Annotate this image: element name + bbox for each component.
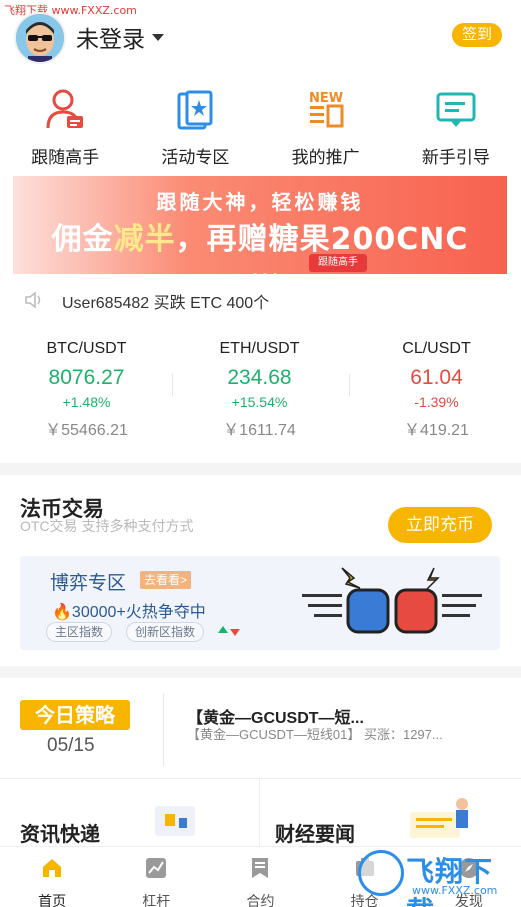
- ticker-cl[interactable]: CL/USDT 61.04 -1.39% ￥419.21: [350, 340, 521, 440]
- market-tickers: BTC/USDT 8076.27 +1.48% ￥55466.21 ETH/US…: [0, 340, 521, 450]
- follow-expert-icon: [46, 89, 84, 129]
- game-hot-label: 30000+火热争夺中: [71, 604, 206, 621]
- notice-text: User685482 买跌 ETC 400个: [62, 295, 270, 312]
- deposit-now-button[interactable]: 立即充币: [388, 507, 492, 543]
- quick-entry-guide[interactable]: 新手引导: [391, 88, 521, 167]
- daily-strategy-logo: 今日策略: [20, 700, 130, 730]
- ticker-change: +1.48%: [62, 394, 111, 410]
- watermark-brand: 飞翔下载: [406, 855, 494, 907]
- banner-pagination: [253, 264, 283, 274]
- banner-line2-b: ，再赠糖果200CNC: [175, 222, 469, 257]
- svg-text:NEW: NEW: [309, 91, 343, 106]
- fire-icon: 🔥: [52, 604, 72, 621]
- ticker-cny: ￥1611.74: [223, 422, 296, 439]
- quick-entry-label: 活动专区: [161, 148, 230, 167]
- innovation-index-chip[interactable]: 创新区指数: [126, 622, 205, 642]
- nav-item-leverage[interactable]: 杠杆: [104, 847, 208, 907]
- quick-entries: 跟随高手 活动专区 NEW 我的推广 新手引导: [0, 88, 521, 167]
- quick-entry-label: 我的推广: [291, 148, 360, 167]
- quick-entry-label: 跟随高手: [31, 148, 100, 167]
- promotion-new-icon: NEW: [309, 91, 344, 128]
- news-express-illustration: [155, 806, 195, 836]
- section-gap: [0, 666, 521, 678]
- leverage-chart-icon: [146, 858, 167, 878]
- banner-line2-highlight: 减半: [113, 222, 176, 257]
- finance-news-card[interactable]: 财经要闻: [275, 818, 355, 847]
- guide-icon: [436, 92, 476, 127]
- go-see-link[interactable]: 去看看>: [140, 571, 192, 589]
- chevron-down-icon[interactable]: [152, 34, 164, 41]
- ticker-pair: BTC/USDT: [46, 340, 127, 357]
- nav-label: 杠杆: [142, 893, 171, 907]
- watermark-circle-icon: [358, 850, 404, 896]
- news-express-card[interactable]: 资讯快递: [20, 818, 100, 847]
- ticker-pair: ETH/USDT: [219, 340, 300, 357]
- divider: [163, 694, 164, 766]
- signin-button[interactable]: 签到: [452, 23, 502, 47]
- promo-banner[interactable]: 跟随大神，轻松赚钱 佣金减半，再赠糖果200CNC 跟随高手: [13, 176, 507, 274]
- divider: [0, 778, 521, 779]
- quick-entry-promotion[interactable]: NEW 我的推广: [261, 88, 391, 167]
- avatar-face-icon: [16, 14, 64, 62]
- quick-entry-follow-expert[interactable]: 跟随高手: [0, 88, 130, 167]
- notice-bar[interactable]: User685482 买跌 ETC 400个: [0, 282, 521, 316]
- ticker-price: 234.68: [227, 366, 292, 389]
- game-zone-title: 博弈专区: [50, 573, 127, 594]
- ticker-price: 61.04: [410, 366, 463, 389]
- watermark-logo: 飞翔下载 www.FXXZ.com: [358, 848, 518, 907]
- username-label[interactable]: 未登录: [76, 20, 145, 54]
- speaker-icon: [25, 291, 41, 309]
- ticker-price: 8076.27: [48, 366, 125, 389]
- events-icon: [177, 90, 213, 130]
- banner-subheadline: 佣金减半，再赠糖果200CNC: [13, 214, 507, 258]
- main-index-chip[interactable]: 主区指数: [46, 622, 113, 642]
- banner-line2-a: 佣金: [51, 222, 114, 257]
- banner-headline: 跟随大神，轻松赚钱: [156, 190, 364, 214]
- game-hot-text: 🔥30000+火热争夺中: [52, 598, 206, 622]
- ticker-cny: ￥419.21: [404, 422, 469, 439]
- watermark-url: www.FXXZ.com: [412, 884, 498, 897]
- up-down-arrows-icon: [218, 626, 240, 636]
- ticker-pair: CL/USDT: [402, 340, 471, 357]
- home-icon: [43, 859, 62, 877]
- header: 未登录 签到: [0, 0, 521, 70]
- quick-entry-events[interactable]: 活动专区: [130, 88, 260, 167]
- nav-item-home[interactable]: 首页: [0, 847, 104, 907]
- quick-entry-label: 新手引导: [421, 148, 490, 167]
- section-gap: [0, 463, 521, 475]
- strategy-description[interactable]: 【黄金—GCUSDT—短线01】 买涨：1297...: [187, 724, 443, 743]
- game-zone-card[interactable]: 博弈专区 去看看> 🔥30000+火热争夺中 主区指数 创新区指数: [20, 556, 500, 650]
- ticker-change: +15.54%: [231, 394, 288, 410]
- strategy-date: 05/15: [47, 735, 95, 756]
- avatar[interactable]: [14, 12, 66, 64]
- boxing-gloves-illustration: [302, 567, 482, 634]
- ticker-btc[interactable]: BTC/USDT 8076.27 +1.48% ￥55466.21: [0, 340, 173, 440]
- nav-label: 首页: [38, 893, 67, 907]
- banner-tag: 跟随高手: [309, 254, 367, 272]
- nav-label: 合约: [246, 893, 275, 907]
- ticker-cny: ￥55466.21: [45, 422, 128, 439]
- divider: [259, 779, 260, 847]
- ticker-change: -1.39%: [414, 394, 459, 410]
- contract-icon: [252, 858, 269, 878]
- fiat-section-subtitle: OTC交易 支持多种支付方式: [20, 518, 194, 534]
- ticker-eth[interactable]: ETH/USDT 234.68 +15.54% ￥1611.74: [173, 340, 346, 440]
- finance-news-illustration: [410, 798, 468, 838]
- nav-item-contract[interactable]: 合约: [208, 847, 312, 907]
